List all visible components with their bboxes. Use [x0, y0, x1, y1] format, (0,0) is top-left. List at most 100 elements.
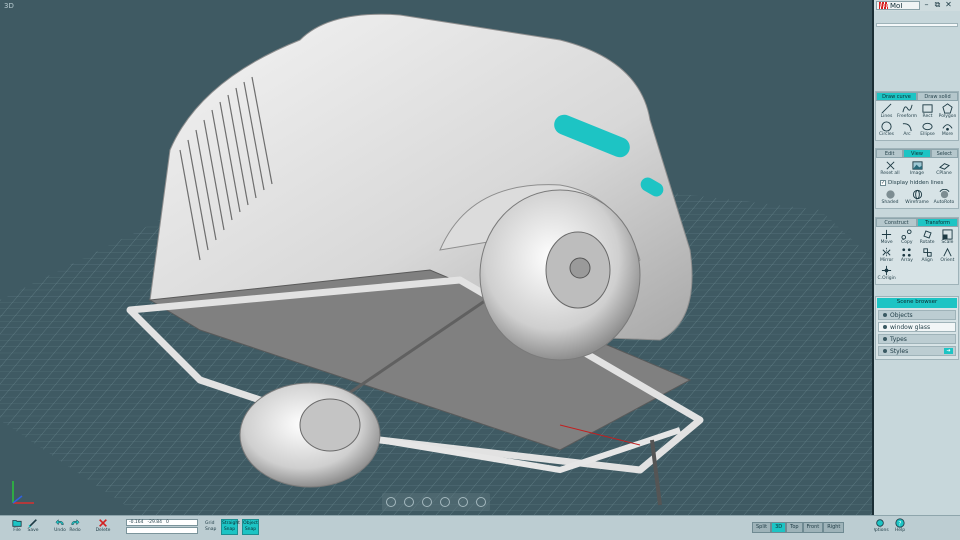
- rotate-tool[interactable]: Rotate: [918, 229, 937, 246]
- arc-tool[interactable]: Arc: [897, 121, 917, 138]
- display-hidden-lines-checkbox[interactable]: ✓ Display hidden lines: [876, 179, 958, 187]
- zoom-selected-icon[interactable]: [458, 497, 468, 507]
- coordinate-distance-field[interactable]: [126, 527, 198, 534]
- view-tab-right[interactable]: Right: [823, 522, 845, 533]
- browser-row-objects[interactable]: Objects: [878, 310, 956, 320]
- copy-tool[interactable]: Copy: [897, 229, 916, 246]
- line-icon: [881, 103, 892, 114]
- rotate-view-icon[interactable]: [440, 497, 450, 507]
- view-tab-top[interactable]: Top: [786, 522, 803, 533]
- more-tool[interactable]: More: [938, 121, 957, 138]
- mirror-icon: [882, 247, 891, 258]
- origin-icon: [882, 265, 892, 276]
- freeform-tool[interactable]: Freeform: [897, 103, 917, 120]
- array-icon: [902, 248, 911, 257]
- rect-tool[interactable]: Rect: [918, 103, 937, 120]
- circle-icon: [881, 121, 892, 132]
- object-snap-button[interactable]: Object Snap: [242, 519, 259, 535]
- view-section: Edit View Select Reset all Image CPlane …: [875, 148, 959, 209]
- zoom-extents-icon[interactable]: [404, 497, 414, 507]
- shaded-tool[interactable]: Shaded: [877, 189, 903, 206]
- scene-browser-title: Scene browser: [877, 298, 957, 308]
- folder-icon: [12, 520, 22, 527]
- close-button[interactable]: ✕: [944, 1, 953, 10]
- tab-draw-solid[interactable]: Draw solid: [917, 92, 958, 101]
- circles-tool[interactable]: Circles: [877, 121, 896, 138]
- coordinate-xyz-field[interactable]: -0.164 -29.84 0: [126, 519, 198, 526]
- mirror-tool[interactable]: Mirror: [877, 247, 896, 264]
- redo-button[interactable]: Redo: [66, 518, 84, 534]
- autorotate-tool[interactable]: AutoRoto: [931, 189, 957, 206]
- tab-edit[interactable]: Edit: [876, 149, 904, 158]
- view-tab-split[interactable]: Split: [752, 522, 772, 533]
- array-tool[interactable]: Array: [897, 247, 916, 264]
- tab-draw-curve[interactable]: Draw curve: [876, 92, 917, 101]
- c-origin-tool[interactable]: C.Origin: [877, 265, 896, 282]
- moi-window: 3D MoI – ⧉ ✕ Draw curve Draw solid Lines…: [0, 0, 960, 540]
- view-tab-3d[interactable]: 3D: [771, 522, 787, 533]
- help-button[interactable]: ? Help: [892, 518, 908, 534]
- scale-icon: [942, 229, 953, 240]
- browser-row-styles[interactable]: Styles ➜: [878, 346, 956, 356]
- tab-construct[interactable]: Construct: [876, 218, 917, 227]
- cplane-icon: [938, 163, 950, 170]
- help-icon: ?: [895, 518, 905, 528]
- options-icon: [876, 519, 884, 527]
- lines-tool[interactable]: Lines: [877, 103, 896, 120]
- arc-icon: [902, 123, 912, 132]
- undo-icon: [55, 519, 64, 526]
- expand-icon: [883, 337, 887, 341]
- delete-button[interactable]: Delete: [93, 518, 113, 534]
- save-button[interactable]: Save: [24, 518, 42, 534]
- properties-bar: [876, 23, 958, 27]
- straight-snap-button[interactable]: Straight Snap: [221, 519, 240, 535]
- scene-browser: Scene browser Objects window glass Types…: [875, 296, 959, 360]
- viewport-3d[interactable]: 3D: [0, 0, 874, 515]
- svg-text:?: ?: [898, 522, 901, 528]
- tab-view[interactable]: View: [903, 149, 931, 158]
- tab-select[interactable]: Select: [930, 149, 958, 158]
- eye-icon: [883, 325, 887, 329]
- orient-tool[interactable]: Orient: [938, 247, 957, 264]
- grid-snap-toggle[interactable]: Grid Snap: [205, 521, 216, 533]
- ellipse-tool[interactable]: Ellipse: [918, 121, 937, 138]
- move-tool[interactable]: Move: [877, 229, 896, 246]
- axis-indicator-icon: [12, 481, 34, 504]
- copy-icon: [901, 229, 912, 240]
- rect-icon: [922, 104, 933, 113]
- scene-render: [0, 13, 872, 515]
- reset-view-icon[interactable]: [476, 497, 486, 507]
- bottom-toolbar: File Save Undo Redo Delete -0.164 -29.84…: [0, 515, 874, 540]
- side-panel: MoI – ⧉ ✕ Draw curve Draw solid Lines Fr…: [871, 0, 960, 540]
- view-tabs: Split 3D Top Front Right: [752, 522, 845, 533]
- logo-stripes-icon: [879, 2, 888, 9]
- image-tool[interactable]: Image: [904, 160, 930, 177]
- tab-transform[interactable]: Transform: [917, 218, 958, 227]
- redo-icon: [71, 519, 80, 526]
- more-icon: [942, 124, 953, 131]
- ellipse-icon: [922, 122, 933, 131]
- browser-row-types[interactable]: Types: [878, 334, 956, 344]
- arrow-right-icon[interactable]: ➜: [944, 348, 953, 354]
- cplane-tool[interactable]: CPlane: [931, 160, 957, 177]
- app-logo: MoI: [876, 1, 920, 10]
- panel-bottom-bar: Options ? Help: [871, 515, 960, 540]
- pan-icon[interactable]: [422, 497, 432, 507]
- browser-row-window-glass[interactable]: window glass: [878, 322, 956, 332]
- draw-section: Draw curve Draw solid Lines Freeform Rec…: [875, 91, 959, 141]
- minimize-button[interactable]: –: [922, 1, 931, 10]
- zoom-icon[interactable]: [386, 497, 396, 507]
- wireframe-tool[interactable]: Wireframe: [904, 189, 930, 206]
- freeform-icon: [901, 104, 913, 113]
- align-tool[interactable]: Align: [918, 247, 937, 264]
- reset-icon: [886, 161, 894, 170]
- scale-tool[interactable]: Scale: [938, 229, 957, 246]
- expand-icon: [883, 349, 887, 353]
- restore-button[interactable]: ⧉: [933, 1, 942, 10]
- reset-all-tool[interactable]: Reset all: [877, 160, 903, 177]
- polygon-tool[interactable]: Polygon: [938, 103, 957, 120]
- polygon-icon: [942, 103, 953, 114]
- image-icon: [911, 161, 923, 170]
- view-tab-front[interactable]: Front: [802, 522, 824, 533]
- construct-section: Construct Transform Move Copy Rotate Sca…: [875, 217, 959, 285]
